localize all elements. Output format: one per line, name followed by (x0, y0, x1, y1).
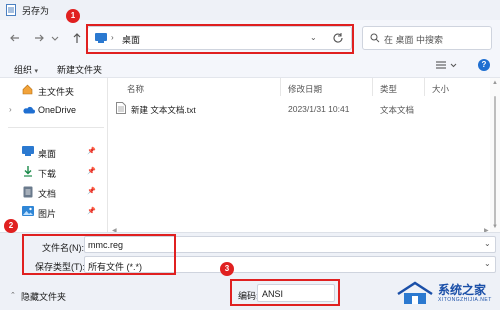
pin-icon[interactable]: 📌 (87, 147, 96, 155)
forward-arrow-icon[interactable] (32, 31, 46, 45)
column-divider[interactable] (424, 78, 425, 96)
organize-chevron-icon: ▾ (34, 68, 39, 75)
sidebar-item-home[interactable]: 主文件夹 (0, 80, 106, 100)
document-icon (23, 186, 33, 198)
search-icon (370, 33, 380, 43)
sidebar-item-label: 主文件夹 (38, 87, 75, 97)
sidebar-item-pictures[interactable]: 图片 📌 (0, 202, 106, 222)
notepad-icon (6, 4, 16, 16)
pin-icon[interactable]: 📌 (87, 167, 96, 175)
annotation-box-filename (22, 234, 176, 275)
hide-folders-toggle[interactable]: 隐藏文件夹 (21, 290, 66, 303)
recent-locations-chevron-icon[interactable] (50, 31, 64, 45)
scrollbar-thumb[interactable] (494, 96, 496, 226)
desktop-icon (22, 146, 34, 156)
picture-icon (22, 206, 34, 216)
sidebar-item-label: 桌面 (38, 149, 57, 159)
sidebar-item-desktop[interactable]: 桌面 📌 (0, 142, 106, 162)
filename-dropdown-chevron-icon[interactable]: ⌄ (484, 239, 491, 248)
pin-icon[interactable]: 📌 (87, 187, 96, 195)
sidebar-item-label: 图片 (38, 209, 57, 219)
organize-button[interactable]: 组织 ▾ (14, 63, 38, 76)
watermark-brand: 系统之家 (438, 283, 487, 297)
sidebar-item-label: 文档 (38, 189, 57, 199)
back-arrow-icon[interactable] (8, 31, 22, 45)
watermark-url: XITONGZHIJIA.NET (438, 297, 492, 303)
search-input[interactable]: 在 桌面 中搜索 (384, 33, 443, 46)
cloud-icon (22, 105, 35, 114)
filetype-dropdown-chevron-icon[interactable]: ⌄ (484, 259, 491, 268)
annotation-box-encoding (230, 279, 340, 306)
sidebar-item-documents[interactable]: 文档 📌 (0, 182, 106, 202)
sidebar-item-onedrive[interactable]: › OneDrive (0, 100, 106, 120)
expand-chevron-icon[interactable]: › (9, 105, 12, 114)
up-arrow-icon[interactable] (70, 31, 84, 45)
file-modified: 2023/1/31 10:41 (288, 104, 350, 114)
column-divider[interactable] (280, 78, 281, 96)
sidebar-divider (8, 127, 104, 128)
new-folder-button[interactable]: 新建文件夹 (57, 63, 102, 76)
column-header-name[interactable]: 名称 (127, 83, 144, 95)
download-arrow-icon (23, 166, 33, 177)
view-options-button[interactable] (436, 60, 458, 70)
file-name: 新建 文本文档.txt (131, 105, 196, 115)
organize-label: 组织 (14, 65, 33, 75)
file-type: 文本文档 (380, 105, 415, 115)
window-title: 另存为 (22, 6, 50, 16)
annotation-badge-2: 2 (4, 219, 18, 233)
column-header-size[interactable]: 大小 (432, 83, 449, 95)
annotation-badge-3: 3 (220, 262, 234, 276)
scroll-up-arrow-icon[interactable]: ▲ (492, 80, 498, 86)
help-icon[interactable]: ? (478, 59, 490, 71)
annotation-box-address (86, 24, 354, 54)
watermark-house-logo-icon (396, 280, 434, 306)
text-file-icon (116, 102, 126, 114)
column-header-modified[interactable]: 修改日期 (288, 83, 322, 95)
scroll-down-arrow-icon[interactable]: ▼ (492, 224, 498, 230)
home-icon (22, 84, 33, 95)
annotation-badge-1: 1 (66, 9, 80, 23)
sidebar-item-label: OneDrive (38, 105, 77, 115)
pin-icon[interactable]: 📌 (87, 207, 96, 215)
column-divider[interactable] (372, 78, 373, 96)
column-header-type[interactable]: 类型 (380, 83, 397, 95)
collapse-chevron-icon[interactable]: ⌃ (10, 291, 16, 299)
sidebar-item-downloads[interactable]: 下载 📌 (0, 162, 106, 182)
sidebar-item-label: 下载 (38, 169, 57, 179)
